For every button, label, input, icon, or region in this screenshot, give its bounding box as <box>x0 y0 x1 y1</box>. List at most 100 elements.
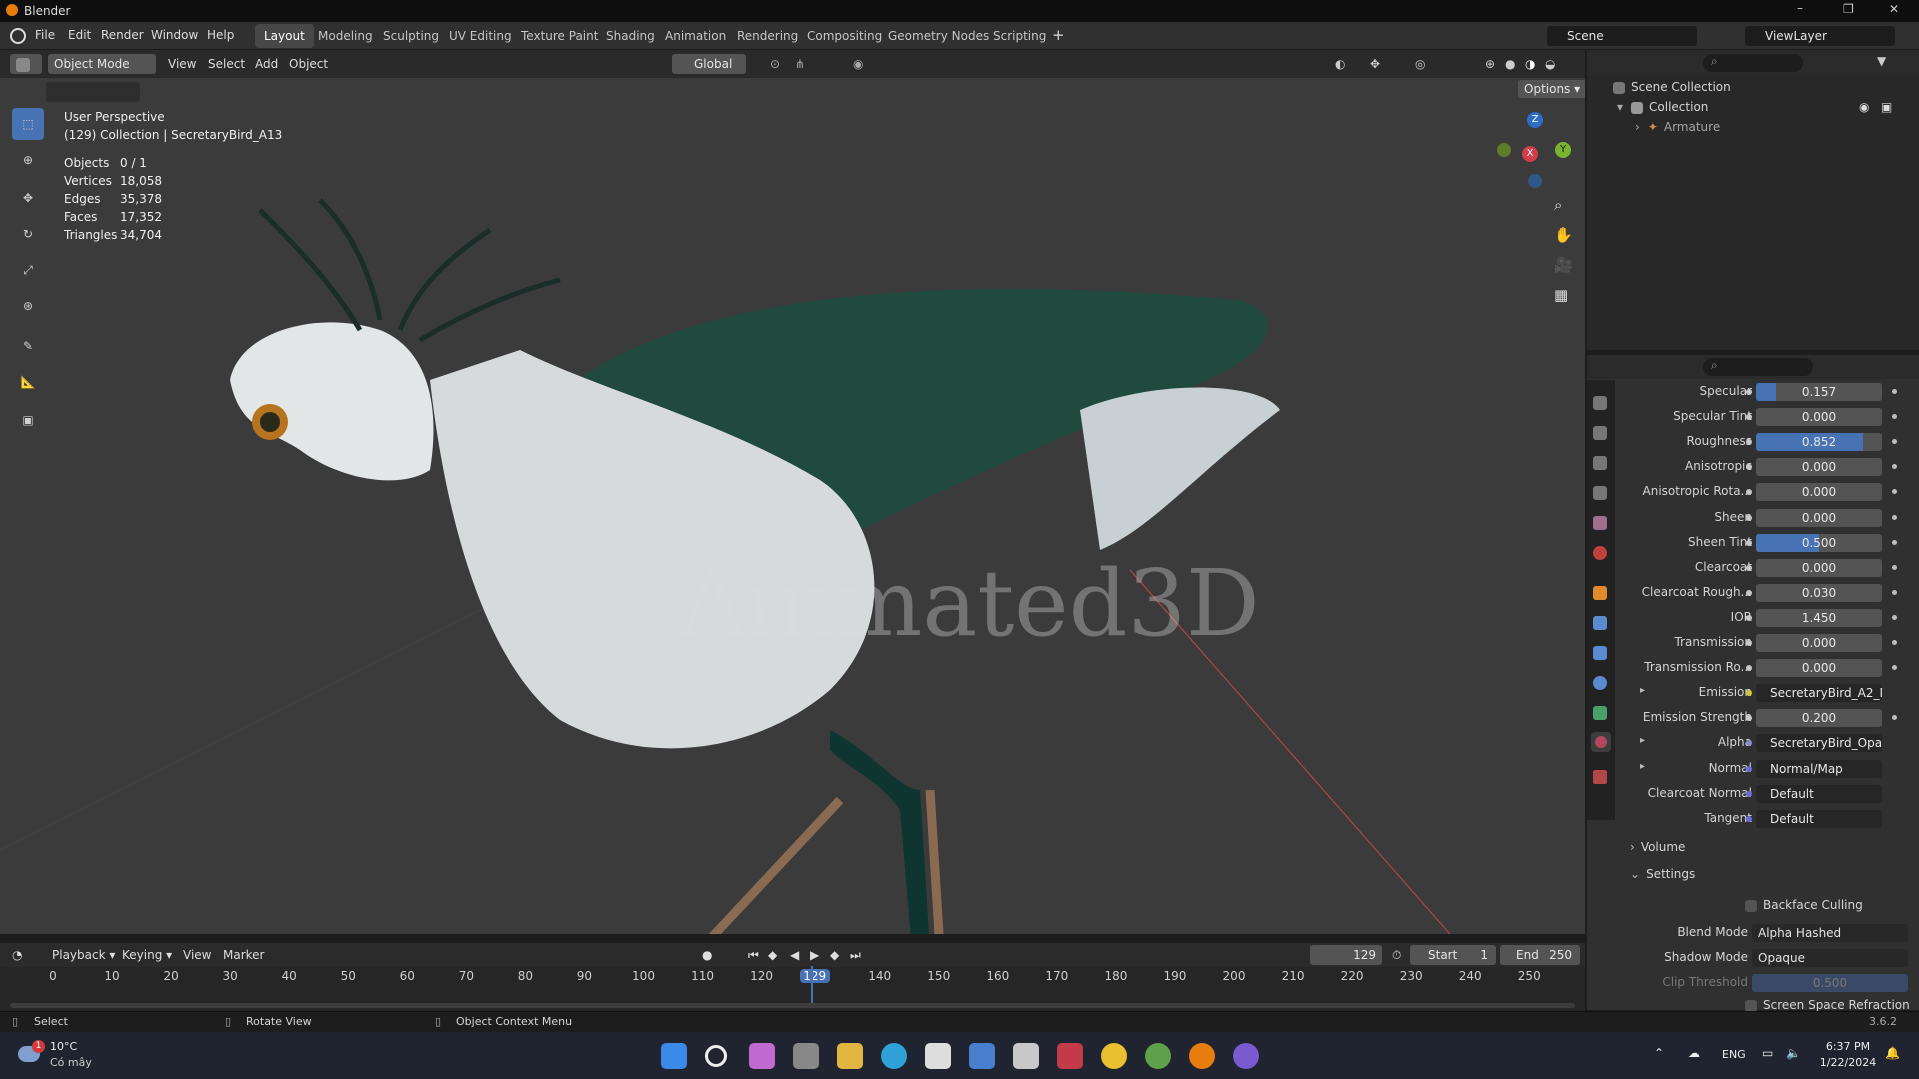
keyframe-dot-icon[interactable] <box>1892 464 1897 470</box>
timeline-menu-marker[interactable]: Marker <box>223 945 264 965</box>
selection-mode-buttons[interactable] <box>46 82 140 102</box>
clock-date[interactable]: 1/22/2024 <box>1818 1056 1878 1069</box>
windows-start-icon[interactable] <box>661 1043 687 1069</box>
timeline-scrollbar[interactable] <box>10 1003 1575 1008</box>
property-value-field[interactable]: 0.000 <box>1756 634 1882 652</box>
task-view-icon[interactable] <box>793 1043 819 1069</box>
socket-icon[interactable] <box>1746 815 1752 822</box>
menu-edit[interactable]: Edit <box>68 28 91 42</box>
workspace-tab-layout[interactable]: Layout <box>255 24 314 48</box>
viewport-menu-select[interactable]: Select <box>208 54 245 74</box>
socket-icon[interactable] <box>1746 514 1752 521</box>
property-value-field[interactable]: 0.000 <box>1756 483 1882 502</box>
backface-culling-checkbox[interactable]: Backface Culling <box>1745 898 1863 912</box>
overlay-toggle-icon[interactable]: ◎ <box>1415 54 1425 74</box>
material-shading-icon[interactable]: ◑ <box>1525 54 1535 74</box>
expand-arrow-icon[interactable]: ▸ <box>1640 735 1645 746</box>
pivot-icon[interactable]: ⊙ <box>770 54 780 74</box>
property-value-field[interactable]: 0.852 <box>1756 433 1882 452</box>
app-icon-grid[interactable] <box>1013 1043 1039 1069</box>
workspace-tab-uv-editing[interactable]: UV Editing <box>440 24 521 48</box>
gizmo-z-axis[interactable]: Z <box>1527 112 1543 128</box>
render-camera-icon[interactable]: ▣ <box>1881 100 1892 114</box>
tool-tab-icon[interactable] <box>1593 396 1607 410</box>
socket-icon[interactable] <box>1746 765 1752 772</box>
blender-taskbar-icon[interactable] <box>1189 1043 1215 1069</box>
socket-icon[interactable] <box>1746 389 1752 395</box>
measure-tool-icon[interactable]: 📐 <box>12 366 44 398</box>
clip-threshold-field[interactable]: 0.500 <box>1752 974 1908 992</box>
playhead-line[interactable] <box>811 966 813 1006</box>
gizmo-neg-z-axis[interactable] <box>1528 174 1542 188</box>
workspace-tab-compositing[interactable]: Compositing <box>798 24 891 48</box>
workspace-tab-modeling[interactable]: Modeling <box>309 24 382 48</box>
keyframe-dot-icon[interactable] <box>1892 439 1897 445</box>
snipping-tool-icon[interactable] <box>925 1043 951 1069</box>
workspace-tab-sculpting[interactable]: Sculpting <box>374 24 448 48</box>
camera-view-icon[interactable]: 🎥 <box>1554 256 1573 274</box>
play-icon[interactable]: ▶ <box>810 945 819 965</box>
property-link-field[interactable]: SecretaryBird_Opacity... <box>1756 734 1882 753</box>
data-tab-icon[interactable] <box>1593 706 1607 720</box>
stopwatch-icon[interactable]: ⏱ <box>1392 945 1401 965</box>
property-value-field[interactable]: 0.500 <box>1756 533 1882 552</box>
physics-tab-icon[interactable] <box>1593 676 1607 690</box>
settings-panel-header[interactable]: ⌄ Settings <box>1630 867 1910 889</box>
scale-tool-icon[interactable]: ⤢ <box>12 254 44 286</box>
notification-bell-icon[interactable]: 🔔 <box>1885 1046 1900 1060</box>
property-value-field[interactable]: 0.000 <box>1756 408 1882 427</box>
current-frame-field[interactable]: 129 <box>1310 945 1382 965</box>
gizmo-toggle-icon[interactable]: ✥ <box>1370 54 1380 74</box>
outliner-scene-collection[interactable]: Scene Collection <box>1613 80 1731 94</box>
copilot-icon[interactable] <box>749 1043 775 1069</box>
perspective-toggle-icon[interactable]: ▦ <box>1554 286 1568 304</box>
expand-arrow-icon[interactable]: ▾ <box>1617 100 1623 114</box>
property-value-field[interactable]: 0.157 <box>1756 383 1882 401</box>
socket-icon[interactable] <box>1746 564 1752 571</box>
world-tab-icon[interactable] <box>1593 546 1607 560</box>
property-value-field[interactable]: 0.000 <box>1756 508 1882 527</box>
edge-icon[interactable] <box>881 1043 907 1069</box>
end-frame-field[interactable]: End 250 <box>1500 945 1580 965</box>
workspace-tab-scripting[interactable]: Scripting <box>984 24 1055 48</box>
viewport-menu-add[interactable]: Add <box>255 54 278 74</box>
modifier-tab-icon[interactable] <box>1593 616 1607 630</box>
select-box-tool-icon[interactable]: ⬚ <box>12 108 44 140</box>
solid-shading-icon[interactable]: ● <box>1505 54 1515 74</box>
volume-panel-header[interactable]: › Volume <box>1630 840 1910 862</box>
socket-icon[interactable] <box>1746 640 1752 646</box>
filter-icon[interactable]: ▼ <box>1877 54 1886 68</box>
output-tab-icon[interactable] <box>1593 456 1607 470</box>
pan-hand-icon[interactable]: ✋ <box>1554 226 1573 244</box>
workspace-tab-shading[interactable]: Shading <box>597 24 664 48</box>
keyframe-dot-icon[interactable] <box>1892 414 1897 420</box>
ssr-checkbox[interactable]: Screen Space Refraction <box>1745 998 1910 1012</box>
socket-icon[interactable] <box>1746 539 1752 546</box>
rendered-shading-icon[interactable]: ◒ <box>1545 54 1555 74</box>
view-layer-selector[interactable]: ViewLayer <box>1745 26 1895 46</box>
jump-end-icon[interactable]: ⏭ <box>850 945 861 965</box>
viber-icon[interactable] <box>1233 1043 1259 1069</box>
render-tab-icon[interactable] <box>1593 426 1607 440</box>
start-frame-field[interactable]: Start 1 <box>1410 945 1496 965</box>
property-link-field[interactable]: Default <box>1756 809 1882 828</box>
scene-selector[interactable]: Scene <box>1547 26 1697 46</box>
minimize-button[interactable]: – <box>1797 1 1803 15</box>
timeline-menu-playback[interactable]: Playback ▾ <box>52 945 115 965</box>
keyframe-dot-icon[interactable] <box>1892 640 1897 645</box>
blend-mode-dropdown[interactable]: Alpha Hashed <box>1752 924 1908 942</box>
move-tool-icon[interactable]: ✥ <box>12 182 44 214</box>
menu-help[interactable]: Help <box>207 28 234 42</box>
store-icon[interactable] <box>969 1043 995 1069</box>
particles-tab-icon[interactable] <box>1593 646 1607 660</box>
visibility-eye-icon[interactable]: ◉ <box>1859 100 1869 114</box>
gizmo-neg-y-axis[interactable] <box>1497 143 1511 157</box>
property-link-field[interactable]: Normal/Map <box>1756 759 1882 778</box>
keyframe-dot-icon[interactable] <box>1892 514 1897 520</box>
keyframe-dot-icon[interactable] <box>1892 665 1897 671</box>
wireframe-shading-icon[interactable]: ⊕ <box>1485 54 1495 74</box>
texture-tab-icon[interactable] <box>1593 770 1607 784</box>
property-value-field[interactable]: 0.000 <box>1756 659 1882 678</box>
viewport-menu-object[interactable]: Object <box>289 54 328 74</box>
shadow-mode-dropdown[interactable]: Opaque <box>1752 949 1908 967</box>
